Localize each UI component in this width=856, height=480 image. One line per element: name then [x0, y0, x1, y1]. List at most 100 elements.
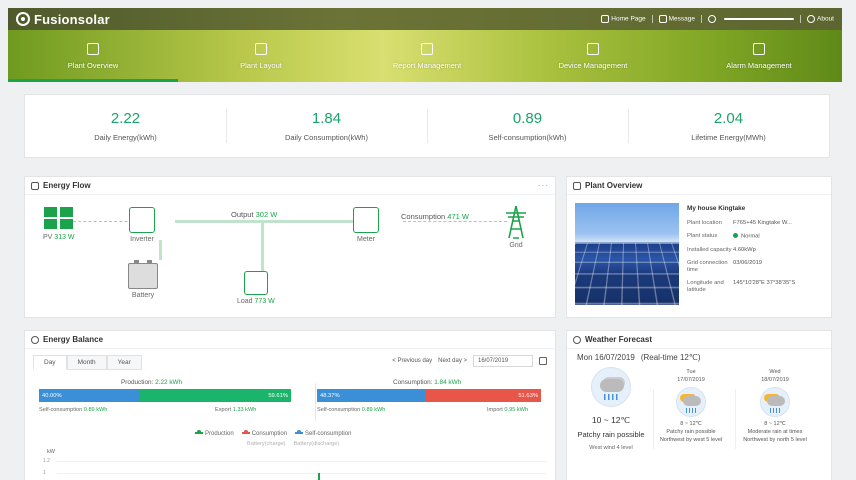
plant-info-row: Plant status Normal	[687, 233, 827, 241]
top-bar: Fusionsolar Home Page Message About	[8, 8, 842, 30]
user-icon[interactable]	[708, 15, 716, 23]
nav-alarm-management[interactable]: Alarm Management	[676, 30, 842, 82]
kpi-value: 2.22	[110, 110, 141, 127]
energy-balance-header: Energy Balance	[25, 331, 555, 349]
plant-info-value: 145°10'28"E 37°38'35"S	[733, 279, 796, 286]
plant-info-row: Longitude and latitude 145°10'28"E 37°38…	[687, 280, 827, 294]
chart-legend: Production Consumption Self-consumption	[195, 430, 351, 437]
battery-label: Battery	[131, 292, 155, 299]
plant-info-row: Plant location F765+45 Kingtake W...	[687, 220, 827, 227]
inverter-icon	[129, 207, 155, 233]
about-link[interactable]: About	[807, 15, 834, 23]
kpi-daily-energy: 2.22 Daily Energy(kWh)	[25, 95, 226, 157]
user-slider[interactable]	[724, 18, 794, 20]
load-value: 773 W	[254, 298, 275, 305]
plant-name: My house Kingtake	[687, 205, 746, 212]
message-link[interactable]: Message	[658, 15, 695, 23]
tab-month[interactable]: Month	[66, 355, 107, 370]
kpi-label: Self-consumption(kWh)	[488, 133, 567, 142]
inverter-node[interactable]: Inverter	[129, 207, 155, 243]
mail-icon	[658, 15, 667, 23]
consumption-label: Consumption	[401, 212, 446, 221]
divider	[735, 389, 736, 449]
meter-node[interactable]: Meter	[353, 207, 379, 243]
production-self-segment: 40.00%	[39, 389, 140, 402]
forecast-date: 17/07/2019	[677, 377, 705, 383]
solar-panel-icon	[43, 207, 74, 231]
meter-label: Meter	[357, 236, 375, 243]
home-icon	[601, 15, 610, 23]
consumption-title: Consumption: 1.84 kWh	[393, 379, 462, 386]
load-node[interactable]: Load 773 W	[237, 271, 275, 305]
legend-battery-discharge[interactable]: Battery(discharge)	[294, 441, 340, 447]
energy-balance-card: Energy Balance Day Month Year < Previous…	[24, 330, 556, 480]
plant-info: My house Kingtake Plant location F765+45…	[687, 205, 827, 300]
legend-consumption[interactable]: Consumption	[241, 430, 287, 437]
fusionsolar-logo-icon	[16, 12, 30, 26]
weather-day: Tue 17/07/2019 8 ~ 12℃ Patchy rain possi…	[653, 369, 729, 443]
battery-node[interactable]: Battery	[128, 260, 158, 299]
battery-icon	[128, 260, 158, 289]
brand-logo[interactable]: Fusionsolar	[16, 12, 110, 27]
flow-line-load	[261, 223, 264, 271]
device-icon	[587, 42, 599, 55]
pv-label: PV	[43, 234, 53, 241]
plant-overview-header: Plant Overview	[567, 177, 831, 195]
output-label: Output	[231, 210, 254, 219]
nav-plant-layout[interactable]: Plant Layout	[178, 30, 344, 82]
realtime-temp: (Real-time 12℃)	[640, 353, 701, 362]
production-export-segment: 59.61%	[139, 389, 291, 402]
plant-info-value: 03/06/2019	[733, 259, 763, 266]
house-icon	[573, 181, 581, 190]
output-reading: Output 302 W	[231, 210, 277, 219]
legend-battery-charge[interactable]: Battery(charge)	[247, 441, 286, 447]
legend-production[interactable]: Production	[195, 430, 234, 437]
plant-photo	[575, 203, 679, 305]
card-title: Weather Forecast	[585, 335, 652, 344]
weather-forecast-card: Weather Forecast Mon 16/07/2019 (Real-tim…	[566, 330, 832, 480]
top-links: Home Page Message About	[601, 15, 834, 23]
weather-today: 10 ~ 12℃ Patchy rain possible West wind …	[573, 365, 649, 451]
weather-date: Mon 16/07/2019 (Real-time 12℃)	[577, 353, 701, 362]
date-input[interactable]: 16/07/2019	[473, 355, 533, 367]
output-value: 302 W	[255, 210, 278, 219]
previous-day-button[interactable]: < Previous day	[392, 358, 432, 364]
plant-info-value: F765+45 Kingtake W...	[733, 220, 792, 226]
plant-info-key: Plant location	[687, 220, 722, 226]
kpi-value: 2.04	[713, 110, 744, 127]
next-day-button[interactable]: Next day >	[438, 358, 467, 364]
power-tower-icon	[506, 205, 526, 239]
tab-day[interactable]: Day	[33, 355, 67, 370]
card-title: Energy Balance	[43, 335, 104, 344]
consumption-self-segment: 48.37%	[317, 389, 426, 402]
layout-icon	[255, 42, 267, 55]
sun-rain-cloud-icon	[676, 387, 706, 417]
pv-node[interactable]: PV 313 W	[43, 207, 75, 241]
nav-report-management[interactable]: Report Management	[344, 30, 510, 82]
pv-value: 313 W	[54, 234, 75, 241]
y-axis-unit: kW	[47, 449, 55, 455]
energy-flow-header: Energy Flow ···	[25, 177, 555, 195]
calendar-icon[interactable]	[539, 357, 547, 365]
legend-self-consumption[interactable]: Self-consumption	[295, 430, 351, 437]
kpi-daily-consumption: 1.84 Daily Consumption(kWh)	[226, 95, 427, 157]
period-tabs: Day Month Year	[33, 355, 142, 370]
nav-plant-overview[interactable]: Plant Overview	[8, 30, 178, 82]
grid-node[interactable]: Grid	[505, 205, 527, 249]
info-icon	[807, 15, 815, 23]
house-icon	[87, 42, 99, 55]
today-desc: Patchy rain possible	[577, 430, 645, 439]
consumption-import-segment: 51.63%	[425, 389, 541, 402]
forecast-desc: Patchy rain possible	[666, 429, 716, 435]
gridline	[57, 461, 547, 462]
grid-label: Grid	[509, 242, 523, 249]
meter-icon	[353, 207, 379, 233]
nav-device-management[interactable]: Device Management	[510, 30, 676, 82]
home-page-link[interactable]: Home Page	[601, 15, 646, 23]
chart-marker	[318, 473, 320, 480]
tab-year[interactable]: Year	[106, 355, 142, 370]
kpi-lifetime-energy: 2.04 Lifetime Energy(MWh)	[628, 95, 829, 157]
solar-array-graphic	[575, 243, 679, 305]
more-menu-button[interactable]: ···	[538, 181, 549, 190]
flow-line-output	[175, 220, 375, 223]
